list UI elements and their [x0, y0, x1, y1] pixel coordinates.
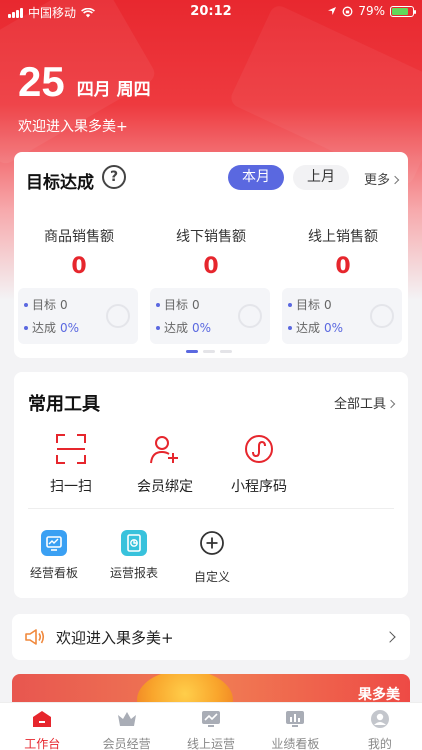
tab-label: 工作台 — [24, 737, 61, 750]
tab-label: 业绩看板 — [271, 737, 320, 750]
metric-product-sales: 商品销售额 0 — [14, 226, 144, 279]
tool-label: 会员绑定 — [137, 479, 193, 495]
bar-board-icon — [286, 711, 305, 727]
metric-online-sales: 线上销售额 0 — [278, 226, 408, 279]
date-day: 25 — [18, 58, 65, 105]
achieve-label: 达成 — [164, 321, 189, 335]
progress-ring-icon — [370, 304, 394, 328]
achieve-value: 0% — [324, 320, 344, 335]
plus-circle-icon — [200, 531, 224, 555]
target-summary[interactable]: 目标 0 达成 0% — [150, 288, 270, 344]
tab-performance[interactable]: 业绩看板 — [253, 703, 337, 750]
metric-offline-sales: 线下销售额 0 — [146, 226, 276, 279]
metric-value: 0 — [71, 254, 87, 279]
tools-card: 常用工具 全部工具 扫一扫 会员绑定 小程序码 经营看板 运营报表 自定义 — [14, 372, 408, 598]
battery-icon — [390, 5, 416, 17]
mini-program-icon — [245, 435, 273, 463]
date-header: 25 四月 周四 — [18, 60, 151, 104]
chart-board-icon — [202, 711, 221, 727]
tool-label: 运营报表 — [109, 566, 158, 580]
tab-last-month[interactable]: 上月 — [293, 165, 349, 190]
target-value: 0 — [324, 297, 332, 312]
goal-title: 目标达成 — [26, 173, 94, 193]
crown-icon — [117, 712, 136, 726]
banner-brand: 果多美 — [358, 687, 400, 703]
page-indicator — [186, 350, 232, 353]
tab-member-ops[interactable]: 会员经营 — [84, 703, 168, 750]
add-member-icon — [150, 436, 178, 464]
target-summary[interactable]: 目标 0 达成 0% — [282, 288, 402, 344]
goal-card: 目标达成 ? 本月 上月 更多 商品销售额 0 线下销售额 0 线上销售额 0 … — [14, 152, 408, 358]
tab-workbench[interactable]: 工作台 — [0, 703, 84, 750]
chevron-right-icon — [384, 631, 396, 643]
achieve-value: 0% — [192, 320, 212, 335]
chevron-right-icon — [390, 175, 400, 185]
all-tools-label: 全部工具 — [333, 397, 386, 412]
tab-profile[interactable]: 我的 — [338, 703, 422, 750]
tab-label: 我的 — [367, 737, 392, 750]
tool-label: 经营看板 — [29, 566, 78, 580]
home-icon — [33, 711, 52, 727]
target-summary[interactable]: 目标 0 达成 0% — [18, 288, 138, 344]
tools-title: 常用工具 — [28, 394, 100, 415]
metric-label: 线上销售额 — [308, 229, 378, 245]
tab-online-ops[interactable]: 线上运营 — [169, 703, 253, 750]
bottom-tab-bar: 工作台 会员经营 线上运营 业绩看板 我的 — [0, 702, 422, 750]
chevron-right-icon — [386, 399, 396, 409]
tool-member-bind[interactable]: 会员绑定 — [120, 432, 210, 496]
profile-icon — [370, 710, 389, 728]
progress-ring-icon — [238, 304, 262, 328]
date-month-weekday: 四月 周四 — [76, 80, 151, 100]
target-value: 0 — [192, 297, 200, 312]
tool-report[interactable]: 运营报表 — [98, 530, 170, 581]
tool-customize[interactable]: 自定义 — [176, 530, 248, 585]
more-label: 更多 — [364, 173, 391, 188]
metric-value: 0 — [335, 254, 351, 279]
more-link[interactable]: 更多 — [364, 169, 400, 188]
all-tools-link[interactable]: 全部工具 — [333, 393, 396, 412]
speaker-icon — [25, 629, 45, 645]
tool-mini-program[interactable]: 小程序码 — [214, 432, 304, 496]
tab-this-month[interactable]: 本月 — [228, 165, 284, 190]
report-icon — [121, 530, 147, 556]
achieve-label: 达成 — [32, 321, 57, 335]
battery-percent: 79% — [358, 4, 385, 18]
scan-icon — [56, 434, 86, 464]
business-board-icon — [41, 530, 67, 556]
target-label: 目标 — [296, 298, 321, 312]
tool-label: 自定义 — [193, 570, 230, 584]
divider — [28, 508, 394, 509]
achieve-value: 0% — [60, 320, 80, 335]
metric-value: 0 — [203, 254, 219, 279]
status-bar: 中国移动 20:12 79% — [0, 0, 422, 22]
tab-label: 会员经营 — [102, 737, 151, 750]
target-label: 目标 — [164, 298, 189, 312]
target-value: 0 — [60, 297, 68, 312]
location-icon — [328, 7, 337, 15]
help-icon[interactable]: ? — [102, 165, 126, 189]
tab-label: 线上运营 — [187, 737, 236, 750]
metric-label: 商品销售额 — [44, 229, 114, 245]
tool-label: 扫一扫 — [50, 479, 92, 495]
welcome-text: 欢迎进入果多美+ — [18, 119, 128, 135]
metric-label: 线下销售额 — [176, 229, 246, 245]
tool-label: 小程序码 — [231, 479, 287, 495]
target-label: 目标 — [32, 298, 57, 312]
progress-ring-icon — [106, 304, 130, 328]
notice-text: 欢迎进入果多美+ — [56, 629, 174, 647]
notice-bar[interactable]: 欢迎进入果多美+ — [12, 614, 410, 660]
rotation-lock-icon — [342, 6, 353, 16]
tool-business-board[interactable]: 经营看板 — [18, 530, 90, 581]
achieve-label: 达成 — [296, 321, 321, 335]
tool-scan[interactable]: 扫一扫 — [26, 432, 116, 496]
